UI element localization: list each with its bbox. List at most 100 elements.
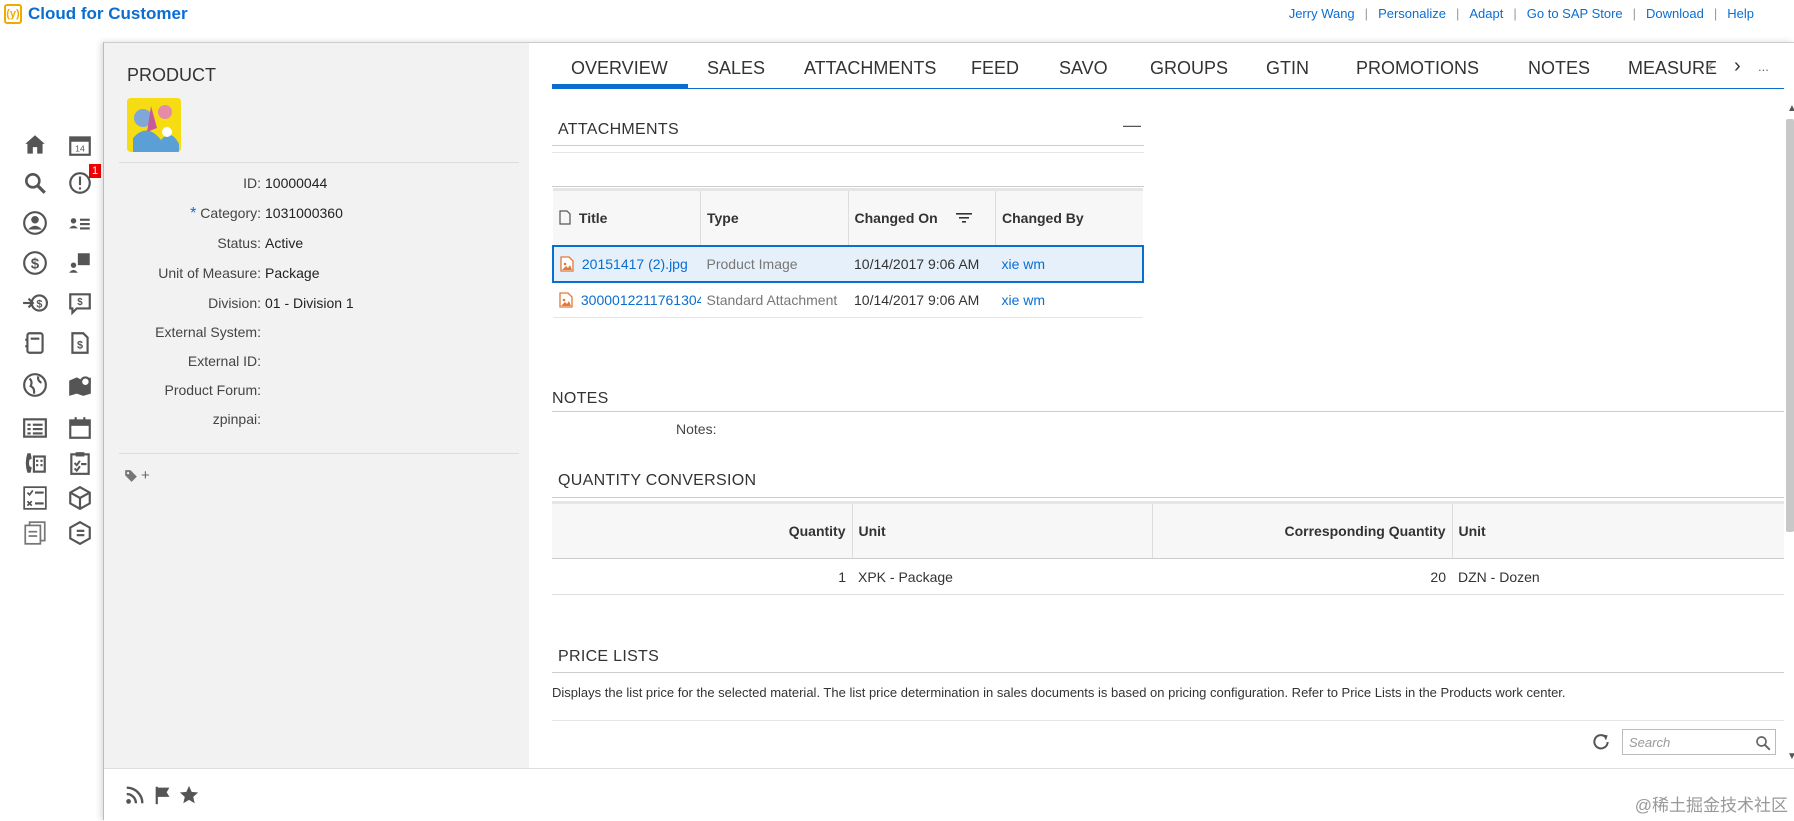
corresponding-quantity-value: 20	[1152, 559, 1452, 595]
phone-call-icon[interactable]	[20, 448, 50, 478]
field-label: External System:	[155, 324, 261, 340]
svg-text:$: $	[77, 339, 83, 351]
svg-text:$: $	[77, 297, 83, 308]
tab-scroll-right-icon[interactable]: ›	[1734, 55, 1741, 78]
quote-icon[interactable]: $	[65, 288, 95, 318]
table-row[interactable]: 20151417 (2).jpg Product Image 10/14/201…	[553, 246, 1143, 282]
field-label: Product Forum:	[165, 382, 261, 398]
map-pin-icon[interactable]	[65, 370, 95, 400]
brand-logo: (y)	[4, 4, 22, 24]
list-icon[interactable]	[20, 413, 50, 443]
pane-divider	[119, 453, 519, 454]
feed-icon[interactable]	[124, 784, 146, 806]
collapse-icon[interactable]: —	[1123, 115, 1141, 136]
personalize-link[interactable]: Personalize	[1368, 6, 1456, 21]
tab-attachments[interactable]: ATTACHMENTS	[804, 58, 936, 79]
scroll-up-icon[interactable]: ▲	[1787, 103, 1794, 114]
search-icon[interactable]	[1754, 734, 1772, 752]
document-icon[interactable]	[20, 518, 50, 548]
attachment-title-link[interactable]: 20151417 (2).jpg	[582, 256, 688, 272]
account-icon[interactable]	[20, 208, 50, 238]
field-category: * Category: 1031000360	[104, 205, 529, 225]
contacts-list-icon[interactable]	[65, 208, 95, 238]
table-header-row: Quantity Unit Corresponding Quantity Uni…	[552, 503, 1784, 559]
tab-gtin[interactable]: GTIN	[1266, 58, 1309, 79]
field-value: 10000044	[265, 175, 327, 191]
add-tag-button[interactable]: +	[124, 467, 150, 484]
field-division: Division: 01 - Division 1	[104, 295, 529, 315]
incoming-payment-icon[interactable]: $	[20, 288, 50, 318]
bottom-action-bar	[104, 768, 1794, 821]
sap-store-link[interactable]: Go to SAP Store	[1517, 6, 1633, 21]
svg-text:14: 14	[75, 144, 85, 154]
column-header-corresponding-unit[interactable]: Unit	[1452, 503, 1784, 559]
notebook-icon[interactable]	[20, 328, 50, 358]
tab-measure[interactable]: MEASURE	[1628, 58, 1717, 79]
column-header-quantity[interactable]: Quantity	[552, 503, 852, 559]
tab-promotions[interactable]: PROMOTIONS	[1356, 58, 1479, 79]
tab-scroll-left-icon[interactable]: ‹	[1707, 55, 1714, 78]
adapt-link[interactable]: Adapt	[1459, 6, 1513, 21]
quantity-value: 1	[552, 559, 852, 595]
product-box-icon[interactable]	[65, 483, 95, 513]
brand-name: Cloud for Customer	[28, 4, 188, 24]
scrollbar-thumb[interactable]	[1786, 119, 1794, 532]
task-icon[interactable]	[65, 448, 95, 478]
tab-sales[interactable]: SALES	[707, 58, 765, 79]
field-value: 01 - Division 1	[265, 295, 354, 311]
tab-feed[interactable]: FEED	[971, 58, 1019, 79]
pane-title: PRODUCT	[127, 65, 216, 86]
star-icon[interactable]	[178, 784, 200, 806]
column-header-type[interactable]: Type	[701, 190, 849, 246]
opportunity-icon[interactable]	[65, 248, 95, 278]
field-label: Category:	[200, 205, 261, 221]
file-icon	[559, 210, 571, 225]
alert-icon[interactable]: 1	[65, 168, 95, 198]
column-header-changed-on[interactable]: Changed On	[848, 190, 996, 246]
image-file-icon	[560, 256, 574, 272]
table-row[interactable]: 3000012211761304... Standard Attachment …	[553, 282, 1143, 318]
vertical-scrollbar[interactable]: ▲ ▼	[1785, 103, 1794, 768]
attachment-changed-on: 10/14/2017 9:06 AM	[848, 246, 996, 282]
field-external-id: External ID:	[104, 353, 529, 373]
quantity-conversion-table: Quantity Unit Corresponding Quantity Uni…	[552, 501, 1784, 595]
help-link[interactable]: Help	[1717, 6, 1764, 21]
attachment-changed-by-link[interactable]: xie wm	[996, 282, 1144, 318]
calendar-icon[interactable]: 14	[65, 130, 95, 160]
dollar-icon[interactable]: $	[20, 248, 50, 278]
product-list-icon[interactable]	[65, 518, 95, 548]
price-list-search-input[interactable]: Search	[1622, 729, 1776, 755]
tab-overview[interactable]: OVERVIEW	[571, 58, 668, 79]
attachment-title-link[interactable]: 3000012211761304...	[581, 292, 701, 308]
column-header-changed-by[interactable]: Changed By	[996, 190, 1144, 246]
attachment-type: Product Image	[701, 246, 849, 282]
checklist-icon[interactable]	[20, 483, 50, 513]
attachment-changed-by-link[interactable]: xie wm	[996, 246, 1144, 282]
refresh-icon[interactable]	[1591, 732, 1611, 752]
sort-icon[interactable]	[956, 211, 972, 225]
attachments-table: Title Type Changed On Changed By 2015141…	[552, 188, 1144, 318]
column-header-corresponding-quantity[interactable]: Corresponding Quantity	[1152, 503, 1452, 559]
field-unit-of-measure: Unit of Measure: Package	[104, 265, 529, 285]
column-header-unit[interactable]: Unit	[852, 503, 1152, 559]
user-name-link[interactable]: Jerry Wang	[1279, 6, 1365, 21]
scroll-down-icon[interactable]: ▼	[1787, 751, 1794, 762]
corresponding-unit-value: DZN - Dozen	[1452, 559, 1784, 595]
invoice-icon[interactable]: $	[65, 328, 95, 358]
product-image[interactable]	[127, 98, 181, 152]
pane-divider	[119, 162, 519, 163]
flag-icon[interactable]	[152, 784, 174, 806]
globe-icon[interactable]	[20, 370, 50, 400]
table-row[interactable]: 1 XPK - Package 20 DZN - Dozen	[552, 559, 1784, 595]
appointment-icon[interactable]	[65, 413, 95, 443]
tab-savo[interactable]: SAVO	[1059, 58, 1108, 79]
tab-notes[interactable]: NOTES	[1528, 58, 1590, 79]
more-icon[interactable]: ...	[1758, 59, 1769, 74]
tab-groups[interactable]: GROUPS	[1150, 58, 1228, 79]
column-header-title[interactable]: Title	[553, 190, 701, 246]
search-icon[interactable]	[20, 168, 50, 198]
home-icon[interactable]	[20, 130, 50, 160]
active-tab-indicator	[552, 84, 688, 88]
download-link[interactable]: Download	[1636, 6, 1714, 21]
brand[interactable]: (y) Cloud for Customer	[4, 4, 188, 24]
